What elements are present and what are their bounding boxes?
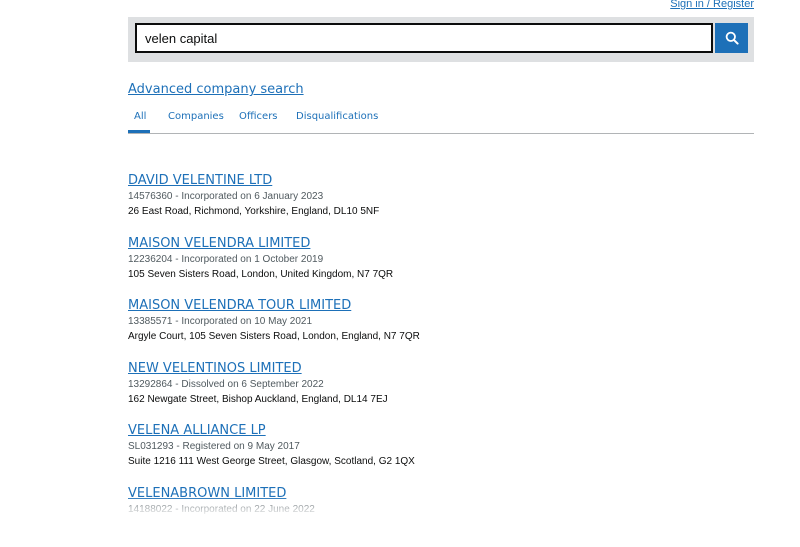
search-button[interactable]	[715, 23, 748, 53]
advanced-company-search-link[interactable]: Advanced company search	[128, 82, 304, 97]
result-meta: 14576360 - Incorporated on 6 January 202…	[128, 189, 754, 204]
list-item: NEW VELENTINOS LIMITED 13292864 - Dissol…	[128, 360, 754, 423]
result-title-link[interactable]: VELENA ALLIANCE LP	[128, 422, 754, 439]
result-meta: SL031293 - Registered on 9 May 2017	[128, 439, 754, 454]
sign-in-register-link[interactable]: Sign in / Register	[670, 0, 754, 11]
result-address: 162 Newgate Street, Bishop Auckland, Eng…	[128, 392, 754, 407]
result-meta: 13385571 - Incorporated on 10 May 2021	[128, 314, 754, 329]
result-title-link[interactable]: MAISON VELENDRA LIMITED	[128, 235, 754, 252]
result-meta: 12236204 - Incorporated on 1 October 201…	[128, 252, 754, 267]
tab-companies[interactable]: Companies	[168, 111, 224, 122]
result-address: 26 East Road, Richmond, Yorkshire, Engla…	[128, 204, 754, 219]
result-address: Suite 1216 111 West George Street, Glasg…	[128, 454, 754, 469]
tab-all[interactable]: All	[134, 111, 146, 122]
bottom-fade	[0, 496, 800, 514]
search-results-list: DAVID VELENTINE LTD 14576360 - Incorpora…	[128, 172, 754, 547]
result-title-link[interactable]: DAVID VELENTINE LTD	[128, 172, 754, 189]
list-item: DAVID VELENTINE LTD 14576360 - Incorpora…	[128, 172, 754, 235]
tab-officers[interactable]: Officers	[239, 111, 278, 122]
active-tab-indicator	[128, 130, 150, 133]
list-item: MAISON VELENDRA TOUR LIMITED 13385571 - …	[128, 297, 754, 360]
result-address: Argyle Court, 105 Seven Sisters Road, Lo…	[128, 329, 754, 344]
result-meta: 13292864 - Dissolved on 6 September 2022	[128, 377, 754, 392]
result-title-link[interactable]: NEW VELENTINOS LIMITED	[128, 360, 754, 377]
search-icon	[725, 31, 739, 45]
list-item: VELENA ALLIANCE LP SL031293 - Registered…	[128, 422, 754, 485]
search-input[interactable]	[135, 23, 713, 53]
result-title-link[interactable]: MAISON VELENDRA TOUR LIMITED	[128, 297, 754, 314]
tab-disqualifications[interactable]: Disqualifications	[296, 111, 378, 122]
result-tabs: All Companies Officers Disqualifications	[128, 108, 754, 134]
search-panel	[128, 17, 754, 62]
result-address: 105 Seven Sisters Road, London, United K…	[128, 267, 754, 282]
list-item: MAISON VELENDRA LIMITED 12236204 - Incor…	[128, 235, 754, 298]
list-item: VELENABROWN LIMITED 14188022 - Incorpora…	[128, 485, 754, 547]
